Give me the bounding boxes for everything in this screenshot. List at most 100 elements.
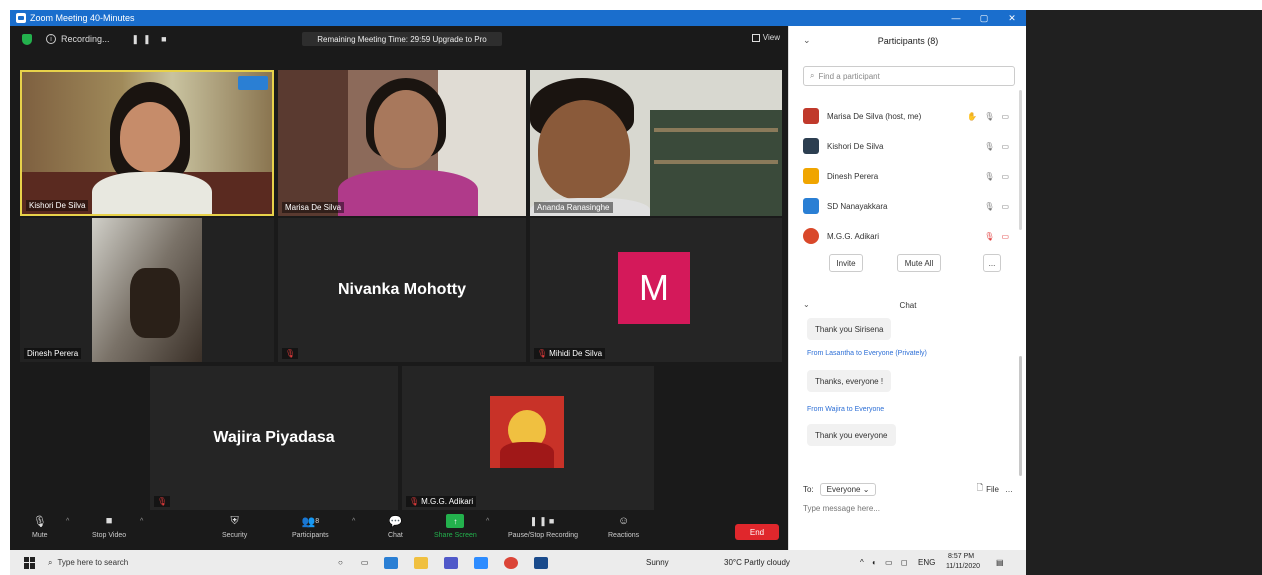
video-camera-icon[interactable]: ▭	[1001, 112, 1009, 121]
video-person	[92, 172, 212, 214]
video-options-caret[interactable]: ^	[140, 518, 143, 525]
participants-options-caret[interactable]: ^	[352, 518, 355, 525]
close-button[interactable]: ✕	[998, 10, 1026, 26]
video-tile[interactable]: 🎙 M.G.G. Adikari	[402, 366, 654, 510]
security-label: Security	[222, 532, 248, 539]
participants-chat-panel: ⌄ Participants (8) ⌕ Find a participant …	[788, 26, 1026, 550]
end-meeting-button[interactable]: End	[735, 524, 779, 540]
more-icon[interactable]: …	[1005, 485, 1013, 494]
search-placeholder: Type here to search	[57, 558, 129, 567]
chat-message: Thank you Sirisena	[807, 318, 892, 340]
reactions-label: Reactions	[608, 532, 640, 539]
chat-message: Thank you everyone	[807, 424, 896, 446]
recording-controls[interactable]: ❚❚ ■	[132, 34, 171, 45]
participants-button[interactable]: 👥 8 Participants	[292, 514, 329, 540]
participant-row[interactable]: Dinesh Perera 🎙 ▭	[803, 166, 1009, 186]
pause-stop-recording-button[interactable]: ❚❚■ Pause/Stop Recording	[508, 514, 578, 540]
video-person	[130, 268, 180, 338]
tile-name: Ananda Ranasinghe	[534, 202, 613, 213]
participants-scrollbar[interactable]	[1019, 90, 1022, 230]
mute-label: Mute	[32, 532, 48, 539]
mic-off-icon[interactable]: 🎙	[984, 232, 994, 241]
share-screen-label: Share Screen	[434, 532, 477, 539]
video-tile[interactable]: M 🎙 Mihidi De Silva	[530, 218, 782, 362]
profile-picture-detail	[500, 442, 554, 468]
chat-message-sender[interactable]: From Lasantha to Everyone (Privately)	[807, 350, 927, 357]
security-button[interactable]: ⛨ Security	[222, 514, 248, 540]
taskbar-search-box[interactable]: ⌕ Type here to search	[48, 554, 298, 572]
tile-name: 🎙 Mihidi De Silva	[534, 348, 606, 359]
video-off-icon[interactable]: ▭	[1001, 232, 1009, 241]
video-tile[interactable]: Nivanka Mohotty 🎙	[278, 218, 526, 362]
chrome-icon[interactable]	[504, 556, 519, 569]
desktop-background	[1026, 10, 1262, 575]
video-tile[interactable]: Wajira Piyadasa 🎙	[150, 366, 398, 510]
chat-button[interactable]: 💬 Chat	[388, 514, 403, 540]
microphone-icon[interactable]: 🎙	[984, 172, 994, 181]
clock-date[interactable]: 11/11/2020	[946, 563, 980, 570]
meeting-timer-banner[interactable]: Remaining Meeting Time: 29:59 Upgrade to…	[302, 32, 502, 46]
system-tray-icons[interactable]: ^ ◐ ▭ ◻	[860, 558, 910, 567]
view-label: View	[762, 33, 780, 42]
recipient-select[interactable]: Everyone ⌄	[819, 482, 877, 496]
video-person	[120, 102, 180, 172]
chat-title: Chat	[899, 301, 917, 310]
video-tile[interactable]: Kishori De Silva	[20, 70, 274, 216]
avatar	[803, 168, 819, 184]
participant-search-input[interactable]: ⌕ Find a participant	[803, 66, 1015, 86]
weather-status[interactable]: 30°C Partly cloudy	[724, 558, 790, 567]
more-options-button[interactable]: ...	[983, 254, 1001, 272]
tile-name: 🎙 M.G.G. Adikari	[406, 496, 477, 507]
mute-all-button[interactable]: Mute All	[897, 254, 941, 272]
maximize-button[interactable]: ▢	[970, 10, 998, 26]
video-tile[interactable]: Ananda Ranasinghe	[530, 70, 782, 216]
windows-start-icon[interactable]	[24, 556, 36, 569]
minimize-button[interactable]: —	[942, 10, 970, 26]
encryption-shield-icon[interactable]	[22, 33, 32, 45]
participant-row[interactable]: SD Nanayakkara 🎙 ▭	[803, 196, 1009, 216]
video-tile[interactable]: Marisa De Silva	[278, 70, 526, 216]
window-title: Zoom Meeting 40-Minutes	[30, 13, 135, 23]
file-button[interactable]: 🗋 File	[977, 482, 999, 496]
shield-icon: ⛨	[230, 514, 239, 527]
shelf	[654, 160, 778, 164]
edge-icon[interactable]	[384, 556, 399, 569]
task-view-icon[interactable]: ▭	[361, 558, 369, 567]
participant-row[interactable]: Marisa De Silva (host, me) ✋ 🎙 ▭	[803, 106, 1009, 126]
app-icon[interactable]	[534, 556, 549, 569]
participant-name: Marisa De Silva (host, me)	[827, 111, 922, 121]
chat-message-sender[interactable]: From Wajira to Everyone	[807, 406, 884, 413]
video-camera-icon[interactable]: ▭	[1001, 202, 1009, 211]
share-options-caret[interactable]: ^	[486, 518, 489, 525]
share-screen-button[interactable]: ↑ Share Screen	[434, 514, 477, 539]
participant-row[interactable]: Kishori De Silva 🎙 ▭	[803, 136, 1009, 156]
file-icon: 🗋	[976, 483, 984, 492]
language-indicator[interactable]: ENG	[918, 558, 935, 567]
video-camera-icon[interactable]: ▭	[1001, 172, 1009, 181]
file-explorer-icon[interactable]	[414, 556, 429, 569]
teams-icon[interactable]	[444, 556, 459, 569]
microphone-icon[interactable]: 🎙	[984, 202, 994, 211]
stop-video-button[interactable]: ■ Stop Video	[92, 514, 126, 539]
chat-icon: 💬	[388, 515, 403, 528]
participant-row[interactable]: M.G.G. Adikari 🎙 ▭	[803, 226, 1009, 246]
weather-label[interactable]: Sunny	[646, 558, 669, 567]
audio-options-caret[interactable]: ^	[66, 518, 69, 525]
invite-button[interactable]: Invite	[829, 254, 863, 272]
participants-count: 8	[315, 517, 320, 525]
clock-time[interactable]: 8:57 PM	[948, 553, 974, 560]
meeting-info-icon[interactable]: i	[46, 34, 56, 44]
cortana-icon[interactable]: ○	[338, 558, 343, 567]
video-camera-icon[interactable]: ▭	[1001, 142, 1009, 151]
chat-input[interactable]	[803, 500, 1013, 516]
chat-scrollbar[interactable]	[1019, 356, 1022, 476]
microphone-icon[interactable]: 🎙	[984, 112, 994, 121]
microphone-icon[interactable]: 🎙	[984, 142, 994, 151]
mute-button[interactable]: 🎙 Mute	[32, 514, 48, 540]
zoom-taskbar-icon[interactable]	[474, 556, 489, 569]
notifications-icon[interactable]: ▤	[996, 558, 1004, 567]
view-button[interactable]: View	[751, 33, 780, 42]
video-tile[interactable]: Dinesh Perera	[20, 218, 274, 362]
reactions-button[interactable]: ☺ Reactions	[608, 514, 639, 539]
reactions-icon: ☺	[617, 515, 630, 527]
